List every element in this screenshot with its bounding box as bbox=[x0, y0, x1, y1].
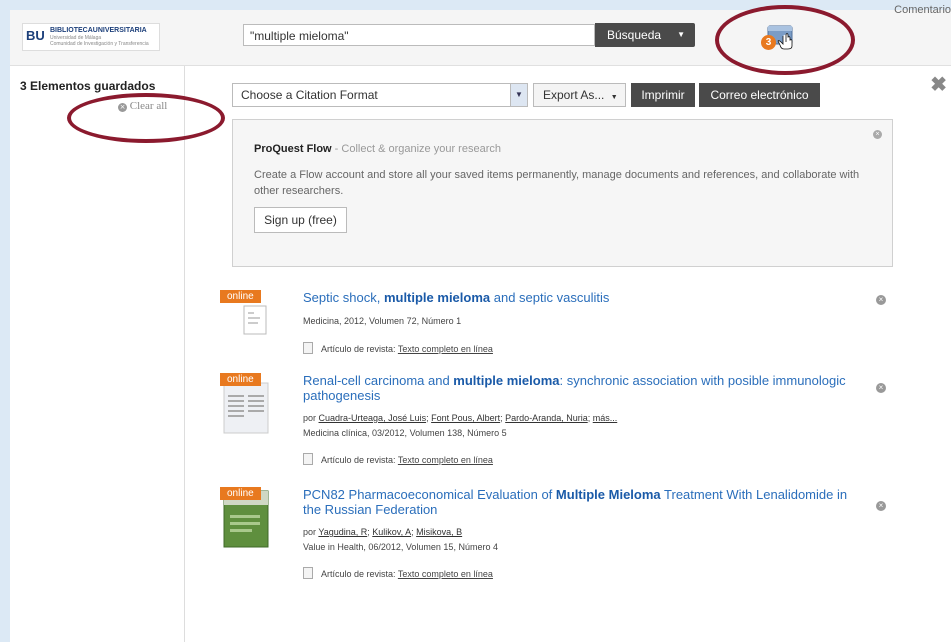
title-text: Renal-cell carcinoma and bbox=[303, 373, 454, 388]
logo-subtitle-2: Comunidad de Investigación y Transferenc… bbox=[50, 41, 149, 47]
fulltext-link[interactable]: Texto completo en línea bbox=[398, 344, 493, 354]
more-authors-link[interactable]: más... bbox=[593, 413, 618, 423]
remove-item-icon[interactable]: × bbox=[876, 501, 886, 511]
saved-items-sidebar: 3 Elementos guardados × Clear all bbox=[10, 66, 185, 642]
flow-title: ProQuest Flow - Collect & organize your … bbox=[254, 143, 501, 155]
result-source: Medicina, 2012, Volumen 72, Número 1 bbox=[303, 316, 462, 326]
title-highlight: Multiple Mieloma bbox=[555, 487, 661, 502]
flow-title-bold: ProQuest Flow bbox=[254, 143, 332, 155]
citation-format-label: Choose a Citation Format bbox=[241, 88, 378, 102]
result-title-link[interactable]: Renal-cell carcinoma and multiple mielom… bbox=[303, 373, 858, 403]
annotation-oval-saved-folder bbox=[715, 5, 855, 75]
author-link[interactable]: Font Pous, Albert bbox=[431, 413, 500, 423]
result-item: online Septic shock, multiple mieloma an… bbox=[220, 290, 886, 360]
search-input[interactable]: "multiple mieloma" bbox=[243, 24, 595, 46]
flow-description: Create a Flow account and store all your… bbox=[254, 169, 860, 197]
caret-down-icon: ▼ bbox=[610, 94, 618, 101]
document-icon bbox=[303, 453, 313, 465]
authors-prefix: por bbox=[303, 413, 317, 423]
email-button[interactable]: Correo electrónico bbox=[699, 83, 820, 107]
fulltext-link[interactable]: Texto completo en línea bbox=[398, 455, 493, 465]
search-button[interactable]: Búsqueda ▼ bbox=[595, 23, 695, 47]
result-type: Artículo de revista: Texto completo en l… bbox=[303, 453, 493, 465]
app-frame: BU BIBLIOTECAUNIVERSITARIA Universidad d… bbox=[10, 4, 951, 642]
title-text: PCN82 Pharmacoeconomical Evaluation of bbox=[303, 487, 556, 502]
result-title-link[interactable]: Septic shock, multiple mieloma and septi… bbox=[303, 290, 858, 305]
type-label: Artículo de revista: bbox=[321, 455, 396, 465]
citation-format-select[interactable]: Choose a Citation Format ▼ bbox=[232, 83, 528, 107]
author-link[interactable]: Yagudina, R bbox=[318, 527, 367, 537]
proquest-flow-panel: ProQuest Flow - Collect & organize your … bbox=[232, 119, 893, 267]
saved-items-count: 3 Elementos guardados bbox=[20, 79, 156, 93]
logo-bu: BU bbox=[26, 28, 45, 43]
search-button-label: Búsqueda bbox=[607, 28, 662, 42]
type-label: Artículo de revista: bbox=[321, 344, 396, 354]
result-title-link[interactable]: PCN82 Pharmacoeconomical Evaluation of M… bbox=[303, 487, 858, 517]
export-as-button[interactable]: Export As... ▼ bbox=[533, 83, 626, 107]
remove-item-icon[interactable]: × bbox=[876, 295, 886, 305]
author-link[interactable]: Pardo-Aranda, Nuria bbox=[505, 413, 588, 423]
comment-link[interactable]: Comentario bbox=[894, 4, 951, 16]
flow-title-rest: - Collect & organize your research bbox=[331, 143, 501, 155]
result-authors: por Cuadra-Urteaga, José Luis; Font Pous… bbox=[303, 413, 618, 423]
result-item: online PCN82 Pharmacoeconomical Evaluati… bbox=[220, 487, 886, 582]
result-source: Value in Health, 06/2012, Volumen 15, Nú… bbox=[303, 542, 498, 552]
export-as-label: Export As... bbox=[543, 88, 605, 102]
result-authors: por Yagudina, R; Kulikov, A; Misikova, B bbox=[303, 527, 463, 537]
author-link[interactable]: Cuadra-Urteaga, José Luis bbox=[319, 413, 427, 423]
title-text: Septic shock, bbox=[303, 290, 384, 305]
author-link[interactable]: Misikova, B bbox=[416, 527, 462, 537]
remove-item-icon[interactable]: × bbox=[876, 383, 886, 393]
caret-down-icon[interactable]: ▼ bbox=[677, 23, 685, 47]
title-text: and septic vasculitis bbox=[490, 290, 610, 305]
online-badge: online bbox=[220, 373, 261, 386]
result-type: Artículo de revista: Texto completo en l… bbox=[303, 567, 493, 579]
document-icon bbox=[303, 567, 313, 579]
author-link[interactable]: Kulikov, A bbox=[372, 527, 411, 537]
type-label: Artículo de revista: bbox=[321, 569, 396, 579]
library-logo[interactable]: BU BIBLIOTECAUNIVERSITARIA Universidad d… bbox=[22, 23, 160, 51]
result-type: Artículo de revista: Texto completo en l… bbox=[303, 342, 493, 354]
fulltext-link[interactable]: Texto completo en línea bbox=[398, 569, 493, 579]
online-badge: online bbox=[220, 290, 261, 303]
authors-prefix: por bbox=[303, 527, 317, 537]
chevron-down-icon[interactable]: ▼ bbox=[510, 84, 527, 106]
result-item: online Renal-cell carcinoma and multiple… bbox=[220, 373, 886, 468]
document-icon bbox=[303, 342, 313, 354]
signup-button[interactable]: Sign up (free) bbox=[254, 207, 347, 233]
title-highlight: multiple mieloma bbox=[383, 290, 491, 305]
close-circle-icon[interactable]: × bbox=[873, 130, 882, 139]
online-badge: online bbox=[220, 487, 261, 500]
print-button[interactable]: Imprimir bbox=[631, 83, 695, 107]
close-icon[interactable]: ✖ bbox=[930, 72, 947, 97]
result-source: Medicina clínica, 03/2012, Volumen 138, … bbox=[303, 428, 507, 438]
title-highlight: multiple mieloma bbox=[453, 373, 560, 388]
logo-title: BIBLIOTECAUNIVERSITARIA bbox=[50, 27, 147, 34]
annotation-oval-clear-all bbox=[67, 93, 225, 143]
